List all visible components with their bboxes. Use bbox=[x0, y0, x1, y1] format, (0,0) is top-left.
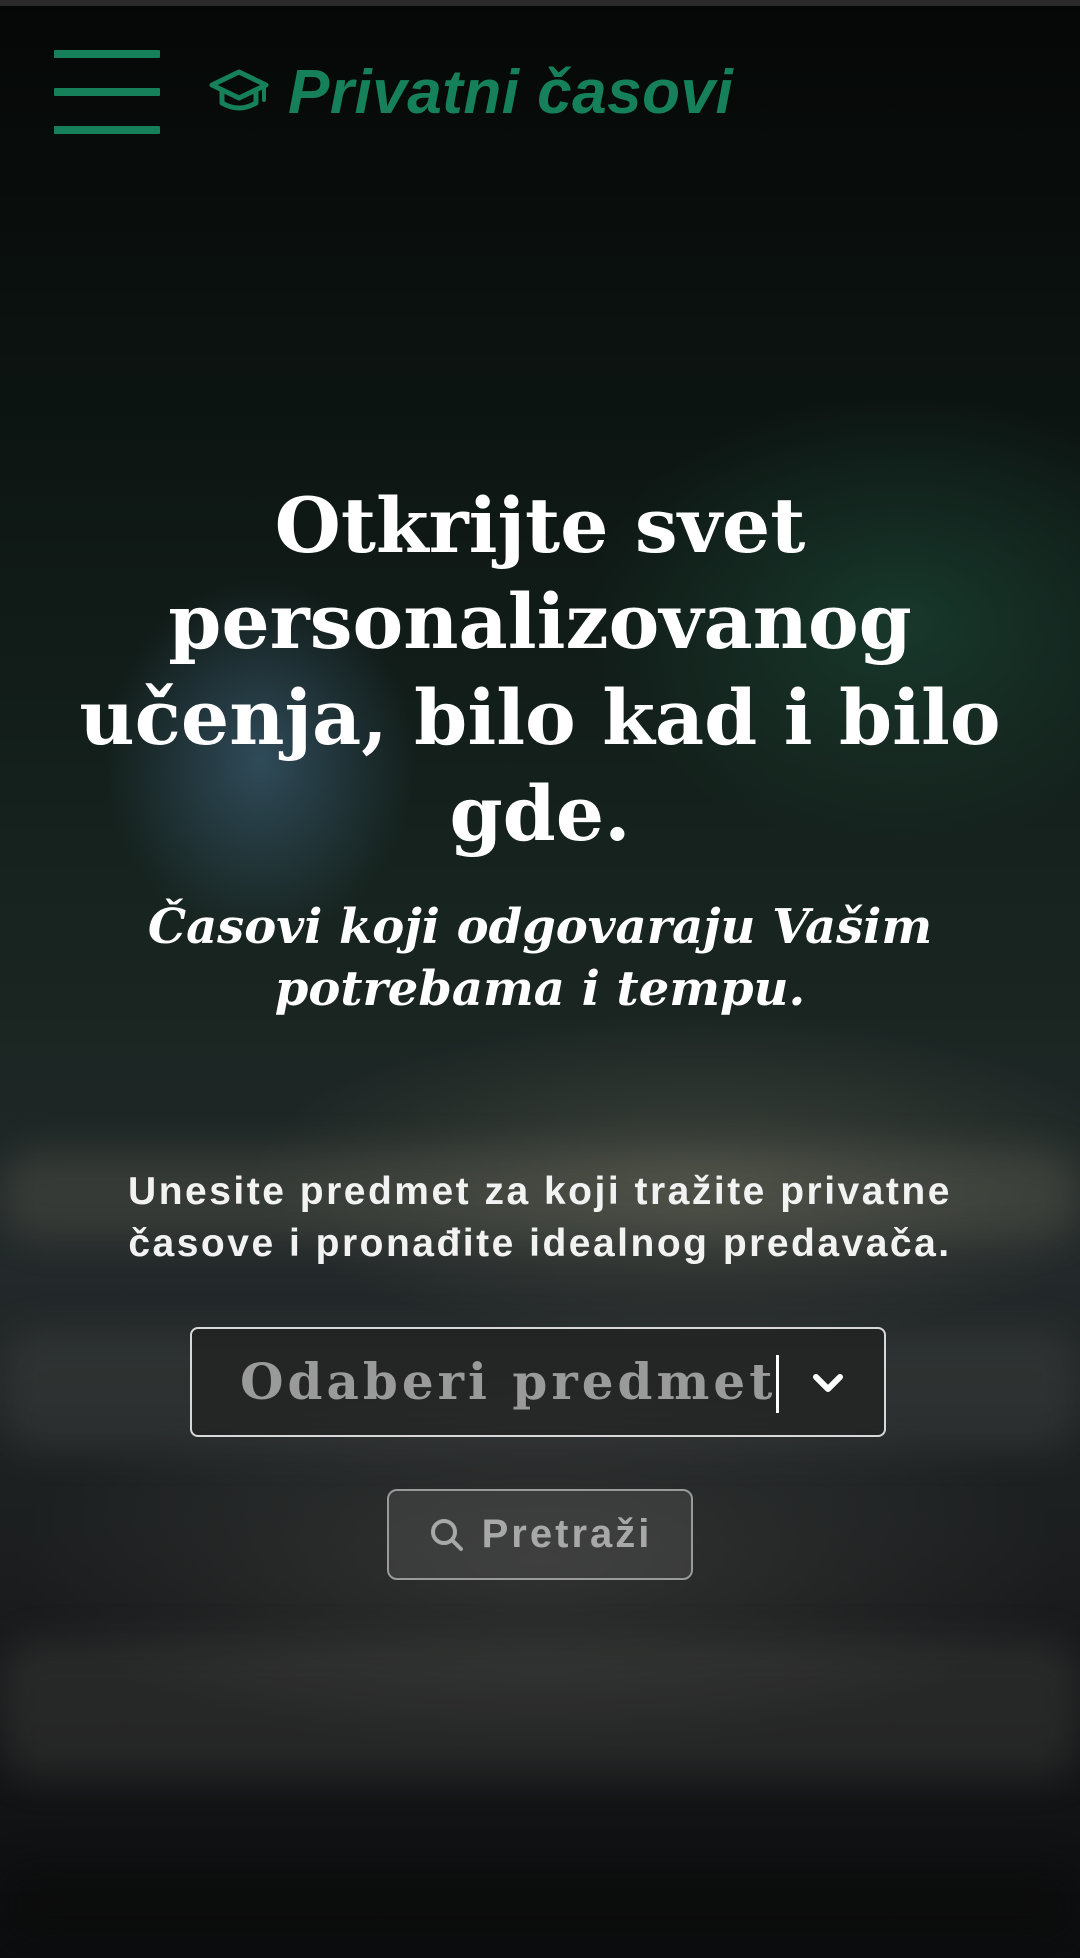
brand-name: Privatni časovi bbox=[288, 57, 734, 127]
hero-subtitle: Časovi koji odgovaraju Vašim potrebama i… bbox=[147, 899, 933, 1017]
search-button-label: Pretraži bbox=[481, 1512, 653, 1556]
search-button[interactable]: Pretraži bbox=[387, 1489, 693, 1580]
background-book-shape bbox=[0, 1640, 1080, 1780]
background-book-shape bbox=[0, 1870, 1080, 1940]
search-icon bbox=[430, 1518, 463, 1551]
select-divider bbox=[776, 1355, 779, 1413]
chevron-down-icon bbox=[813, 1374, 843, 1392]
hamburger-menu-icon[interactable] bbox=[54, 44, 160, 136]
site-header: Privatni časovi bbox=[0, 6, 1080, 166]
subject-select[interactable]: Odaberi predmet bbox=[190, 1327, 886, 1437]
search-hint-text: Unesite predmet za koji tražite privatne… bbox=[128, 1170, 952, 1265]
subject-select-placeholder: Odaberi predmet bbox=[240, 1352, 777, 1411]
brand-logo-link[interactable]: Privatni časovi bbox=[208, 52, 733, 132]
hero-title: Otkrijte svet personalizovanog učenja, b… bbox=[79, 481, 1001, 858]
graduation-cap-icon bbox=[209, 69, 269, 111]
